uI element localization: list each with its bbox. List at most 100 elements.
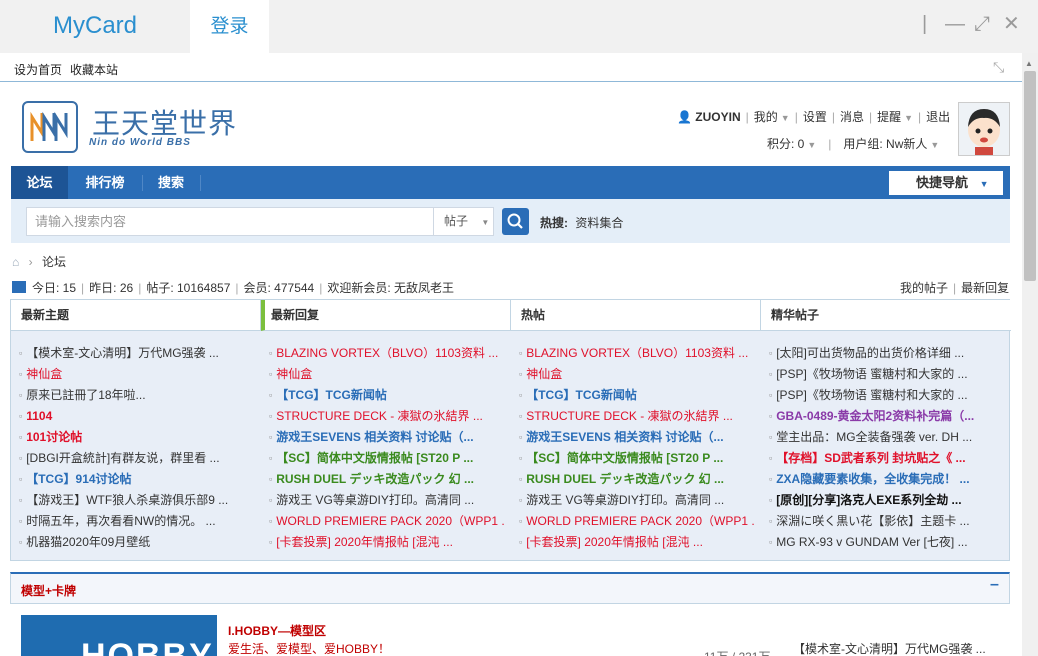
list-item-title[interactable]: 游戏王SEVENS 相关资料 讨论贴（... xyxy=(526,430,723,444)
logout-link[interactable]: 退出 xyxy=(926,110,950,124)
list-item-title[interactable]: RUSH DUEL デッキ改造パック 幻 ... xyxy=(526,472,724,486)
list-item[interactable]: ▫ [卡套投票] 2020年情报帖 [混沌 ... xyxy=(519,532,755,553)
list-item[interactable]: ▫ 【SC】简体中文版情报帖 [ST20 P ... xyxy=(269,448,505,469)
list-item[interactable]: ▫ BLAZING VORTEX（BLVO）1103资料 ... xyxy=(519,343,755,364)
list-item[interactable]: ▫ 神仙盒 xyxy=(19,364,255,385)
list-item-title[interactable]: [太阳]可出货物品的出货价格详细 ... xyxy=(776,346,964,360)
list-item[interactable]: ▫ [原创][分享]洛克人EXE系列全劫 ... xyxy=(769,490,1005,511)
list-item-title[interactable]: 游戏王SEVENS 相关资料 讨论贴（... xyxy=(276,430,473,444)
list-item[interactable]: ▫ 深淵に咲く黒い花【影依】主题卡 ... xyxy=(769,511,1005,532)
list-item[interactable]: ▫ 101讨论帖 xyxy=(19,427,255,448)
list-item-title[interactable]: 神仙盒 xyxy=(276,367,312,381)
list-item[interactable]: ▫ 【模术室-文心清明】万代MG强袭 ... xyxy=(19,343,255,364)
list-item-title[interactable]: [卡套投票] 2020年情报帖 [混沌 ... xyxy=(526,535,703,549)
list-item[interactable]: ▫ RUSH DUEL デッキ改造パック 幻 ... xyxy=(269,469,505,490)
reminders-menu[interactable]: 提醒 xyxy=(877,110,901,124)
list-item[interactable]: ▫ 【游戏王】WTF狼人杀桌游俱乐部9 ... xyxy=(19,490,255,511)
add-favorite-link[interactable]: 收藏本站 xyxy=(70,61,118,78)
list-item-title[interactable]: 【TCG】TCG新闻帖 xyxy=(276,388,387,402)
minimize-icon[interactable]: — xyxy=(945,12,965,36)
list-item-title[interactable]: WORLD PREMIERE PACK 2020（WPP1 ... xyxy=(276,514,505,528)
list-item[interactable]: ▫ GBA-0489-黄金太阳2资料补完篇（... xyxy=(769,406,1005,427)
latest-reply-link[interactable]: 最新回复 xyxy=(961,281,1009,295)
list-item[interactable]: ▫ 游戏王SEVENS 相关资料 讨论贴（... xyxy=(519,427,755,448)
forum-last-post[interactable]: 【模术室-文心清明】万代MG强袭 ... xyxy=(793,640,986,656)
hot-search-item[interactable]: 资料集合 xyxy=(575,216,623,230)
list-item[interactable]: ▫ 机器猫2020年09月壁纸 xyxy=(19,532,255,553)
collapse-icon[interactable]: – xyxy=(990,576,999,594)
list-item-title[interactable]: RUSH DUEL デッキ改造パック 幻 ... xyxy=(276,472,474,486)
username-link[interactable]: ZUOYIN xyxy=(695,110,740,124)
list-item-title[interactable]: 游戏王 VG等桌游DIY打印。高清同 ... xyxy=(526,493,724,507)
list-item-title[interactable]: ZXA隐藏要素收集，全收集完成！ ... xyxy=(776,472,969,486)
list-item-title[interactable]: 【TCG】TCG新闻帖 xyxy=(526,388,637,402)
breadcrumb-current[interactable]: 论坛 xyxy=(42,255,66,269)
list-item[interactable]: ▫ 游戏王 VG等桌游DIY打印。高清同 ... xyxy=(269,490,505,511)
site-logo-icon[interactable] xyxy=(22,101,78,153)
list-item-title[interactable]: 【TCG】914讨论帖 xyxy=(26,472,131,486)
list-item-title[interactable]: 时隔五年，再次看看NW的情况。 ... xyxy=(26,514,215,528)
tab-login[interactable]: 登录 xyxy=(190,0,269,53)
list-item-title[interactable]: [DBGI开盒統計]有群友说，群里看 ... xyxy=(26,451,219,465)
list-item-title[interactable]: [PSP]《牧场物语 蜜糖村和大家的 ... xyxy=(776,367,967,381)
list-item-title[interactable]: [原创][分享]洛克人EXE系列全劫 ... xyxy=(776,493,961,507)
list-item-title[interactable]: 堂主出品：MG全装备强袭 ver. DH ... xyxy=(776,430,972,444)
list-item-title[interactable]: BLAZING VORTEX（BLVO）1103资料 ... xyxy=(276,346,498,360)
list-item[interactable]: ▫ STRUCTURE DECK - 凍獄の氷結界 ... xyxy=(519,406,755,427)
list-item-title[interactable]: 深淵に咲く黒い花【影依】主题卡 ... xyxy=(776,514,969,528)
list-item[interactable]: ▫ 原来已註冊了18年啦... xyxy=(19,385,255,406)
list-item-title[interactable]: WORLD PREMIERE PACK 2020（WPP1 ... xyxy=(526,514,755,528)
list-item-title[interactable]: 101讨论帖 xyxy=(26,430,82,444)
settings-link[interactable]: 设置 xyxy=(803,110,827,124)
list-item[interactable]: ▫ RUSH DUEL デッキ改造パック 幻 ... xyxy=(519,469,755,490)
list-item[interactable]: ▫ 堂主出品：MG全装备强袭 ver. DH ... xyxy=(769,427,1005,448)
list-item-title[interactable]: MG RX-93 v GUNDAM Ver [七夜] ... xyxy=(776,535,967,549)
list-item-title[interactable]: 【存档】SD武者系列 封坑贴之《 ... xyxy=(776,451,965,465)
list-item[interactable]: ▫ [卡套投票] 2020年情报帖 [混沌 ... xyxy=(269,532,505,553)
section-title[interactable]: 模型+卡牌 xyxy=(21,582,76,599)
list-item-title[interactable]: 原来已註冊了18年啦... xyxy=(26,388,145,402)
my-posts-link[interactable]: 我的帖子 xyxy=(900,281,948,295)
list-item[interactable]: ▫ 【存档】SD武者系列 封坑贴之《 ... xyxy=(769,448,1005,469)
search-type-select[interactable]: 帖子 ▼ xyxy=(433,207,494,236)
home-icon[interactable]: ⌂ xyxy=(12,255,19,269)
search-input[interactable]: 请输入搜索内容 xyxy=(26,207,435,236)
list-item[interactable]: ▫ 游戏王 VG等桌游DIY打印。高清同 ... xyxy=(519,490,755,511)
close-icon[interactable]: ✕ xyxy=(1003,12,1020,36)
list-item-title[interactable]: 机器猫2020年09月壁纸 xyxy=(26,535,150,549)
forum-icon[interactable]: HOBBY xyxy=(21,615,217,656)
nav-rank[interactable]: 排行榜 xyxy=(68,166,142,199)
search-button[interactable] xyxy=(502,208,529,235)
list-item[interactable]: ▫ 神仙盒 xyxy=(269,364,505,385)
list-item-title[interactable]: 1104 xyxy=(26,409,52,423)
list-item-title[interactable]: 神仙盒 xyxy=(26,367,62,381)
my-menu[interactable]: 我的 xyxy=(754,110,778,124)
scroll-up-icon[interactable]: ▲ xyxy=(1025,59,1033,68)
list-item-title[interactable]: STRUCTURE DECK - 凍獄の氷結界 ... xyxy=(276,409,483,423)
list-item-title[interactable]: 【游戏王】WTF狼人杀桌游俱乐部9 ... xyxy=(26,493,228,507)
forum-name[interactable]: I.HOBBY—模型区 xyxy=(228,622,326,639)
maximize-icon[interactable]: ⤢ xyxy=(974,12,990,36)
scroll-thumb[interactable] xyxy=(1024,71,1036,281)
points-menu[interactable]: 积分: 0 xyxy=(767,137,804,151)
list-item-title[interactable]: 【模术室-文心清明】万代MG强袭 ... xyxy=(26,346,219,360)
list-item-title[interactable]: 【SC】简体中文版情报帖 [ST20 P ... xyxy=(276,451,473,465)
collapse-icon[interactable]: ⤡ xyxy=(993,59,1004,76)
list-item[interactable]: ▫ STRUCTURE DECK - 凍獄の氷結界 ... xyxy=(269,406,505,427)
nav-forum[interactable]: 论坛 xyxy=(11,166,68,199)
list-item-title[interactable]: [PSP]《牧场物语 蜜糖村和大家的 ... xyxy=(776,388,967,402)
list-item[interactable]: ▫ WORLD PREMIERE PACK 2020（WPP1 ... xyxy=(269,511,505,532)
list-item[interactable]: ▫ 【TCG】914讨论帖 xyxy=(19,469,255,490)
list-item-title[interactable]: 神仙盒 xyxy=(526,367,562,381)
list-item[interactable]: ▫ [太阳]可出货物品的出货价格详细 ... xyxy=(769,343,1005,364)
nav-search[interactable]: 搜索 xyxy=(142,166,200,199)
list-item-title[interactable]: 【SC】简体中文版情报帖 [ST20 P ... xyxy=(526,451,723,465)
list-item-title[interactable]: GBA-0489-黄金太阳2资料补完篇（... xyxy=(776,409,974,423)
set-home-link[interactable]: 设为首页 xyxy=(14,61,62,78)
user-group-menu[interactable]: 用户组: Nw新人 xyxy=(843,137,927,151)
list-item[interactable]: ▫ [PSP]《牧场物语 蜜糖村和大家的 ... xyxy=(769,364,1005,385)
list-item[interactable]: ▫ 1104 xyxy=(19,406,255,427)
list-item[interactable]: ▫ 【SC】简体中文版情报帖 [ST20 P ... xyxy=(519,448,755,469)
list-item[interactable]: ▫ BLAZING VORTEX（BLVO）1103资料 ... xyxy=(269,343,505,364)
list-item-title[interactable]: STRUCTURE DECK - 凍獄の氷結界 ... xyxy=(526,409,733,423)
